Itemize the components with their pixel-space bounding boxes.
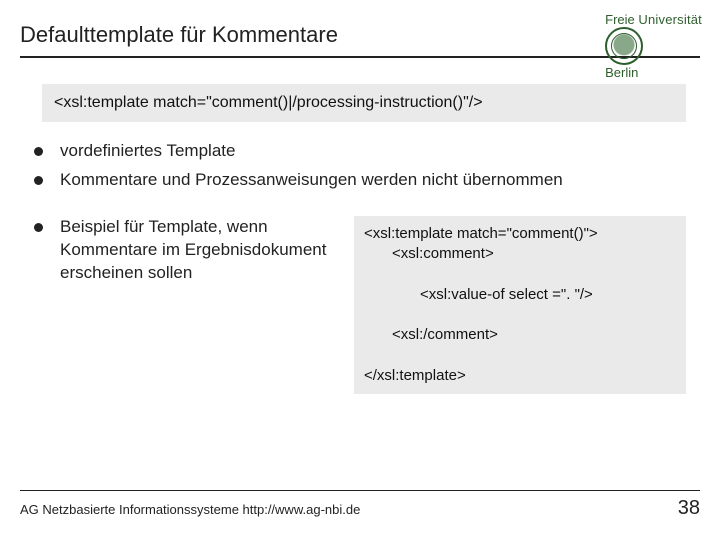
header: Defaulttemplate für Kommentare Freie Uni… — [0, 0, 720, 66]
logo-text: Freie Universität Berlin — [605, 12, 702, 80]
footer-row: AG Netzbasierte Informationssysteme http… — [20, 497, 700, 520]
logo-word-berlin: Berlin — [605, 65, 638, 80]
header-divider — [20, 56, 700, 58]
bullet-list-top: vordefiniertes Template Kommentare und P… — [34, 140, 686, 192]
footer-org: AG Netzbasierte Informationssysteme http… — [20, 502, 360, 517]
list-item: Beispiel für Template, wenn Kommentare i… — [34, 216, 344, 285]
footer-divider — [20, 490, 700, 491]
university-logo: Freie Universität Berlin — [605, 12, 702, 80]
footer: AG Netzbasierte Informationssysteme http… — [0, 490, 720, 520]
code-line: </xsl:template> — [364, 367, 466, 384]
bullet-list-left: Beispiel für Template, wenn Kommentare i… — [34, 216, 344, 291]
row-bottom: Beispiel für Template, wenn Kommentare i… — [34, 216, 686, 394]
code-box-example: <xsl:template match="comment()"> <xsl:co… — [354, 216, 686, 394]
code-line: <xsl:/comment> — [364, 325, 676, 345]
code-line: <xsl:value-of select =". "/> — [364, 285, 676, 305]
slide-body: <xsl:template match="comment()|/processi… — [0, 66, 720, 394]
page-number: 38 — [678, 497, 700, 520]
code-line: <xsl:template match="comment()"> — [364, 225, 598, 242]
slide: Defaulttemplate für Kommentare Freie Uni… — [0, 0, 720, 540]
logo-word-freie: Freie — [605, 12, 635, 27]
list-item: vordefiniertes Template — [34, 140, 686, 163]
code-line: <xsl:comment> — [364, 244, 676, 264]
seal-icon — [605, 27, 643, 65]
slide-title: Defaulttemplate für Kommentare — [20, 22, 700, 48]
logo-word-universitaet: Universität — [638, 12, 702, 27]
code-box-top: <xsl:template match="comment()|/processi… — [42, 84, 686, 122]
list-item: Kommentare und Prozessanweisungen werden… — [34, 169, 686, 192]
